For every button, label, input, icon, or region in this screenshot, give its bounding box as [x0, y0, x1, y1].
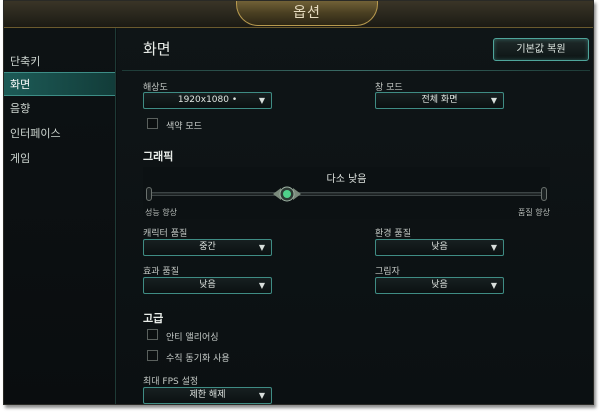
- window-title: 옵션: [293, 4, 321, 21]
- fps-cap-value: 제한 해제: [189, 390, 226, 400]
- colorblind-checkbox[interactable]: [147, 118, 158, 129]
- sidebar-item-sound[interactable]: 음향: [4, 97, 115, 121]
- sidebar-item-hotkeys[interactable]: 단축키: [4, 50, 115, 74]
- resolution-value: 1920x1080 •: [177, 95, 238, 105]
- window-mode-dropdown[interactable]: 전체 화면 ▼: [375, 92, 504, 109]
- effects-quality-dropdown[interactable]: 낮음 ▼: [143, 277, 272, 294]
- sidebar-item-interface[interactable]: 인터페이스: [4, 122, 115, 146]
- slider-left-cap: [146, 187, 152, 201]
- anti-aliasing-checkbox[interactable]: [147, 329, 158, 340]
- sidebar: 단축키 화면 음향 인터페이스 게임: [4, 28, 116, 404]
- settings-panel: 화면 기본값 복원 해상도 1920x1080 • ▼ 창 모드 전체 화면 ▼…: [117, 28, 593, 404]
- shadows-dropdown[interactable]: 낮음 ▼: [375, 277, 504, 294]
- chevron-down-icon: ▼: [258, 96, 265, 105]
- slider-value-label: 다소 낮음: [326, 174, 367, 185]
- slider-right-cap: [541, 187, 547, 201]
- chevron-down-icon: ▼: [258, 243, 265, 252]
- window-mode-value: 전체 화면: [421, 95, 458, 105]
- chevron-down-icon: ▼: [490, 243, 497, 252]
- effects-quality-label: 효과 품질: [143, 267, 179, 277]
- vsync-label: 수직 동기화 사용: [166, 354, 230, 364]
- options-window: 옵션 단축키 화면 음향 인터페이스 게임 화면 기본값 복원 해상도 1920…: [3, 0, 594, 405]
- anti-aliasing-label: 안티 앨리어싱: [166, 333, 219, 343]
- chevron-down-icon: ▼: [490, 281, 497, 290]
- colorblind-label: 색약 모드: [166, 122, 202, 132]
- slider-track[interactable]: [149, 192, 544, 196]
- effects-quality-value: 낮음: [199, 280, 216, 290]
- chevron-down-icon: ▼: [258, 391, 265, 400]
- sidebar-item-video[interactable]: 화면: [4, 72, 115, 96]
- advanced-section-title: 고급: [143, 312, 164, 325]
- shadows-label: 그림자: [375, 267, 400, 277]
- environment-quality-dropdown[interactable]: 낮음 ▼: [375, 239, 504, 256]
- environment-quality-value: 낮음: [431, 242, 448, 252]
- graphics-quality-slider[interactable]: 다소 낮음 성능 향상 품질 향상: [143, 167, 550, 219]
- character-quality-value: 중간: [199, 242, 216, 252]
- header-divider: [122, 70, 590, 71]
- fps-cap-dropdown[interactable]: 제한 해제 ▼: [143, 387, 272, 404]
- restore-defaults-button[interactable]: 기본값 복원: [493, 38, 589, 61]
- slider-max-label: 품질 향상: [518, 208, 550, 217]
- chevron-down-icon: ▼: [258, 281, 265, 290]
- slider-min-label: 성능 향상: [145, 208, 177, 217]
- resolution-dropdown[interactable]: 1920x1080 • ▼: [143, 92, 272, 109]
- character-quality-dropdown[interactable]: 중간 ▼: [143, 239, 272, 256]
- title-bar: 옵션: [4, 1, 593, 28]
- graphics-section-title: 그래픽: [143, 150, 174, 163]
- character-quality-label: 캐릭터 품질: [143, 229, 188, 239]
- vsync-checkbox[interactable]: [147, 350, 158, 361]
- title-plate: 옵션: [236, 1, 378, 26]
- environment-quality-label: 환경 품질: [375, 229, 411, 239]
- shadows-value: 낮음: [431, 280, 448, 290]
- fps-cap-label: 최대 FPS 설정: [143, 377, 199, 387]
- gem-knob-icon[interactable]: [273, 184, 302, 204]
- chevron-down-icon: ▼: [490, 96, 497, 105]
- sidebar-item-game[interactable]: 게임: [4, 147, 115, 171]
- page-title: 화면: [143, 40, 171, 58]
